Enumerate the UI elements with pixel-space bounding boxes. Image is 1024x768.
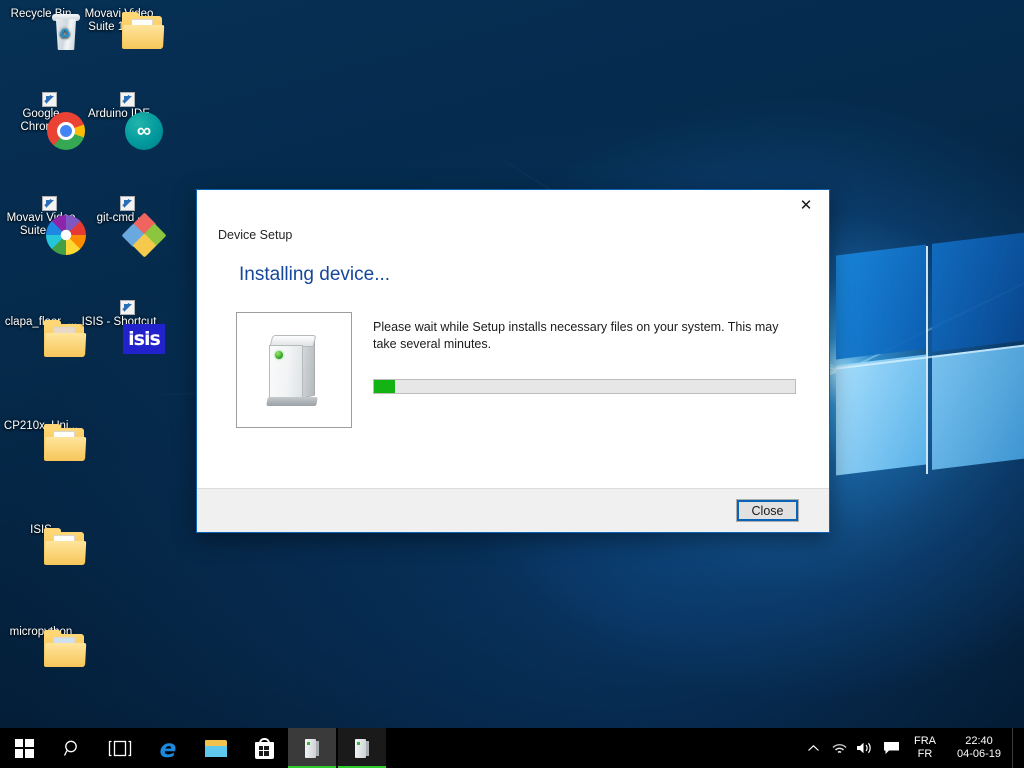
search-icon — [63, 740, 77, 756]
language-indicator[interactable]: FRA FR — [904, 735, 946, 761]
store-bag-icon — [254, 737, 274, 759]
device-setup-dialog[interactable]: ✕ Device Setup Installing device... Plea… — [196, 189, 830, 533]
desktop-icon-google-chrome[interactable]: Google Chrome — [2, 92, 85, 150]
desktop-icon-clapa-floor[interactable]: clapa_floor_... — [2, 316, 87, 357]
shortcut-overlay-icon — [120, 196, 135, 211]
clock-time: 22:40 — [965, 735, 993, 747]
taskbar-item-file-explorer[interactable] — [192, 728, 240, 768]
desktop-icon-micropython[interactable]: micropython — [2, 626, 87, 667]
shortcut-overlay-icon — [120, 92, 135, 107]
task-view-button[interactable] — [96, 728, 144, 768]
speaker-icon[interactable] — [852, 728, 878, 768]
taskbar-item-edge[interactable]: e — [144, 728, 192, 768]
taskbar-item-device-setup-1[interactable] — [288, 728, 336, 768]
install-progress-fill — [374, 380, 396, 393]
show-desktop-button[interactable] — [1012, 728, 1020, 768]
page-title: Installing device... — [239, 264, 391, 285]
dialog-text-column: Please wait while Setup installs necessa… — [373, 312, 807, 428]
computer-tower-icon — [355, 738, 369, 758]
device-image-frame — [236, 312, 352, 428]
desktop-icon-recycle-bin[interactable]: ♻ Recycle Bin — [2, 8, 80, 50]
taskbar[interactable]: e FRA FR 22:40 04-06-19 — [0, 728, 1024, 768]
shortcut-overlay-icon — [42, 92, 57, 107]
desktop-icon-isis-shortcut[interactable]: isis ISIS - Shortcut — [80, 300, 165, 354]
close-x-icon[interactable]: ✕ — [783, 190, 829, 220]
desktop[interactable]: ♻ Recycle Bin Movavi Video Suite 17.0.2 … — [0, 0, 1024, 768]
windows-start-icon — [14, 738, 34, 758]
desktop-icon-arduino-ide[interactable]: ∞ Arduino IDE — [80, 92, 163, 150]
task-view-icon — [108, 740, 132, 756]
clock-date: 04-06-19 — [956, 748, 1002, 760]
dialog-footer: Close — [197, 488, 829, 532]
system-tray[interactable]: FRA FR 22:40 04-06-19 — [800, 728, 1024, 768]
dialog-titlebar: ✕ Device Setup — [197, 190, 829, 252]
computer-tower-icon — [266, 335, 325, 409]
search-button[interactable] — [48, 728, 96, 768]
taskbar-item-device-setup-2[interactable] — [338, 728, 386, 768]
language-secondary: FR — [917, 748, 933, 760]
shortcut-overlay-icon — [42, 196, 57, 211]
desktop-icon-movavi-suite-1702[interactable]: Movavi Video Suite 17.0.2 — [80, 8, 165, 49]
desktop-icon-git-cmd[interactable]: git-cmd - — [80, 196, 167, 258]
dialog-message: Please wait while Setup installs necessa… — [373, 320, 779, 351]
desktop-icon-cp210x-uni[interactable]: CP210x_Uni... — [2, 420, 87, 461]
dialog-body: Installing device... Please wait while S… — [197, 252, 829, 488]
action-center-icon[interactable] — [878, 728, 904, 768]
computer-tower-icon — [305, 738, 319, 758]
shortcut-overlay-icon — [120, 300, 135, 315]
edge-icon: e — [159, 733, 177, 763]
desktop-icon-isis-folder[interactable]: ISIS — [2, 524, 87, 565]
clock[interactable]: 22:40 04-06-19 — [946, 735, 1012, 761]
show-hidden-icons-chevron[interactable] — [800, 728, 826, 768]
close-button[interactable]: Close — [736, 499, 799, 522]
language-primary: FRA — [914, 735, 936, 747]
start-button[interactable] — [0, 728, 48, 768]
folder-explorer-icon — [205, 739, 227, 757]
dialog-content-row: Please wait while Setup installs necessa… — [236, 312, 807, 428]
install-progress-bar — [373, 379, 796, 394]
desktop-icon-movavi-suite-17[interactable]: Movavi Video Suite 17 — [2, 196, 86, 255]
taskbar-item-microsoft-store[interactable] — [240, 728, 288, 768]
wifi-icon[interactable] — [826, 728, 852, 768]
dialog-app-title: Device Setup — [218, 228, 293, 242]
